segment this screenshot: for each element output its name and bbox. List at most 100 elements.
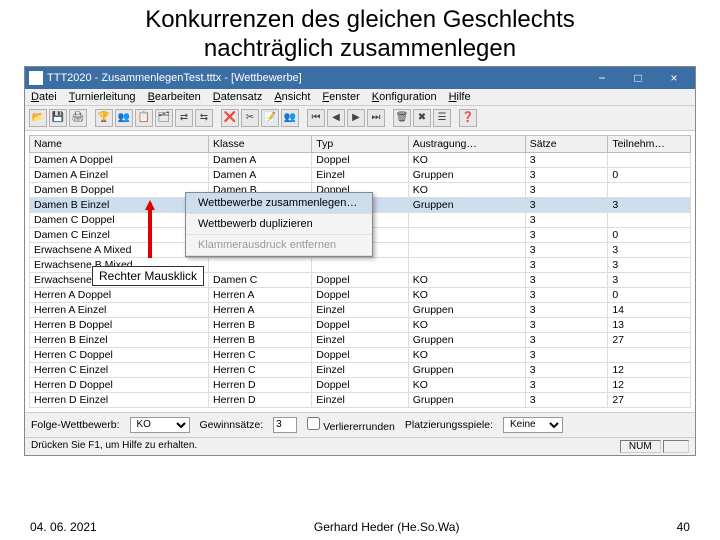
close-button[interactable]: ×: [657, 69, 691, 87]
app-window: TTT2020 - ZusammenlegenTest.tttx - [Wett…: [24, 66, 696, 456]
cell: Doppel: [312, 272, 408, 287]
cm-duplicate[interactable]: Wettbewerb duplizieren: [186, 214, 372, 235]
cm-merge[interactable]: Wettbewerbe zusammenlegen…: [186, 193, 372, 214]
col-header[interactable]: Teilnehm…: [608, 135, 691, 152]
cell: Herren B Einzel: [30, 332, 209, 347]
table-row[interactable]: Herren A EinzelHerren AEinzelGruppen314: [30, 302, 691, 317]
toolbar-btn-19[interactable]: ⏭: [367, 109, 385, 127]
platz-select[interactable]: Keine: [503, 417, 563, 433]
cell: Herren D: [209, 392, 312, 407]
cell: 3: [525, 227, 608, 242]
menu-fenster[interactable]: Fenster: [322, 91, 359, 103]
toolbar-btn-4[interactable]: 🏆: [95, 109, 113, 127]
cell: 3: [608, 272, 691, 287]
verlierer-checkbox-label[interactable]: Verliererrunden: [307, 417, 395, 433]
toolbar-btn-13[interactable]: 📝: [261, 109, 279, 127]
cell: Damen C: [209, 272, 312, 287]
col-header[interactable]: Typ: [312, 135, 408, 152]
cell: 3: [608, 257, 691, 272]
toolbar-btn-12[interactable]: ✂: [241, 109, 259, 127]
table-row[interactable]: Herren C DoppelHerren CDoppelKO3: [30, 347, 691, 362]
cell: 0: [608, 167, 691, 182]
cell: 3: [525, 152, 608, 167]
platz-label: Platzierungsspiele:: [405, 419, 493, 431]
cell: Herren D: [209, 377, 312, 392]
menu-hilfe[interactable]: Hilfe: [449, 91, 471, 103]
gewinn-input[interactable]: [273, 417, 297, 433]
cell: Herren D Doppel: [30, 377, 209, 392]
col-header[interactable]: Sätze: [525, 135, 608, 152]
toolbar-btn-8[interactable]: ⇄: [175, 109, 193, 127]
minimize-button[interactable]: −: [585, 69, 619, 87]
cell: Gruppen: [408, 392, 525, 407]
toolbar-btn-14[interactable]: 👥: [281, 109, 299, 127]
toolbar-btn-17[interactable]: ◀: [327, 109, 345, 127]
cell: Gruppen: [408, 167, 525, 182]
toolbar-btn-2[interactable]: 🖨: [69, 109, 87, 127]
menu-konfiguration[interactable]: Konfiguration: [372, 91, 437, 103]
context-menu: Wettbewerbe zusammenlegen… Wettbewerb du…: [185, 192, 373, 257]
menu-bearbeiten[interactable]: Bearbeiten: [148, 91, 201, 103]
titlebar: TTT2020 - ZusammenlegenTest.tttx - [Wett…: [25, 67, 695, 89]
folge-select[interactable]: KO: [130, 417, 190, 433]
toolbar-btn-5[interactable]: 👥: [115, 109, 133, 127]
cell: [608, 152, 691, 167]
toolbar-btn-25[interactable]: ❓: [459, 109, 477, 127]
menubar: Datei Turnierleitung Bearbeiten Datensatz An…: [25, 89, 695, 106]
cell: Gruppen: [408, 302, 525, 317]
table-row[interactable]: Herren D DoppelHerren DDoppelKO312: [30, 377, 691, 392]
cell: KO: [408, 317, 525, 332]
table-row[interactable]: Herren A DoppelHerren ADoppelKO30: [30, 287, 691, 302]
annotation-callout: Rechter Mausklick: [92, 266, 204, 286]
cell: [209, 257, 312, 272]
cell: Doppel: [312, 377, 408, 392]
cell: Einzel: [312, 362, 408, 377]
cell: Herren D Einzel: [30, 392, 209, 407]
col-header[interactable]: Name: [30, 135, 209, 152]
cell: 3: [525, 347, 608, 362]
toolbar-btn-11[interactable]: ❌: [221, 109, 239, 127]
toolbar-btn-23[interactable]: ☰: [433, 109, 451, 127]
toolbar-btn-1[interactable]: 💾: [49, 109, 67, 127]
maximize-button[interactable]: □: [621, 69, 655, 87]
cell: [608, 212, 691, 227]
menu-datei[interactable]: Datei: [31, 91, 57, 103]
table-row[interactable]: Herren B EinzelHerren BEinzelGruppen327: [30, 332, 691, 347]
cell: Herren A Einzel: [30, 302, 209, 317]
gewinn-label: Gewinnsätze:: [200, 419, 264, 431]
table-row[interactable]: Damen A EinzelDamen AEinzelGruppen30: [30, 167, 691, 182]
col-header[interactable]: Austragung…: [408, 135, 525, 152]
menu-ansicht[interactable]: Ansicht: [274, 91, 310, 103]
cell: 3: [525, 197, 608, 212]
toolbar-btn-16[interactable]: ⏮: [307, 109, 325, 127]
toolbar-btn-18[interactable]: ▶: [347, 109, 365, 127]
cell: 3: [608, 242, 691, 257]
menu-datensatz[interactable]: Datensatz: [213, 91, 263, 103]
cell: 27: [608, 392, 691, 407]
status-help: Drücken Sie F1, um Hilfe zu erhalten.: [31, 440, 618, 453]
cell: 13: [608, 317, 691, 332]
table-row[interactable]: Herren B DoppelHerren BDoppelKO313: [30, 317, 691, 332]
toolbar-btn-7[interactable]: 🗂: [155, 109, 173, 127]
col-header[interactable]: Klasse: [209, 135, 312, 152]
cell: 3: [525, 317, 608, 332]
bottom-panel: Folge-Wettbewerb: KO Gewinnsätze: Verlie…: [25, 412, 695, 437]
toolbar-btn-0[interactable]: 📂: [29, 109, 47, 127]
cell: Doppel: [312, 287, 408, 302]
toolbar-btn-21[interactable]: 🗑: [393, 109, 411, 127]
table-row[interactable]: Damen A DoppelDamen ADoppelKO3: [30, 152, 691, 167]
cell: Einzel: [312, 167, 408, 182]
menu-turnierleitung[interactable]: Turnierleitung: [69, 91, 136, 103]
cell: 27: [608, 332, 691, 347]
cell: 12: [608, 377, 691, 392]
verlierer-checkbox[interactable]: [307, 417, 320, 430]
toolbar-btn-6[interactable]: 📋: [135, 109, 153, 127]
cell: [408, 242, 525, 257]
table-row[interactable]: Herren C EinzelHerren CEinzelGruppen312: [30, 362, 691, 377]
cell: Herren C Doppel: [30, 347, 209, 362]
toolbar-btn-9[interactable]: ⇆: [195, 109, 213, 127]
statusbar: Drücken Sie F1, um Hilfe zu erhalten. NU…: [25, 437, 695, 455]
table-row[interactable]: Herren D EinzelHerren DEinzelGruppen327: [30, 392, 691, 407]
cm-remove-brackets: Klammerausdruck entfernen: [186, 235, 372, 256]
toolbar-btn-22[interactable]: ✖: [413, 109, 431, 127]
